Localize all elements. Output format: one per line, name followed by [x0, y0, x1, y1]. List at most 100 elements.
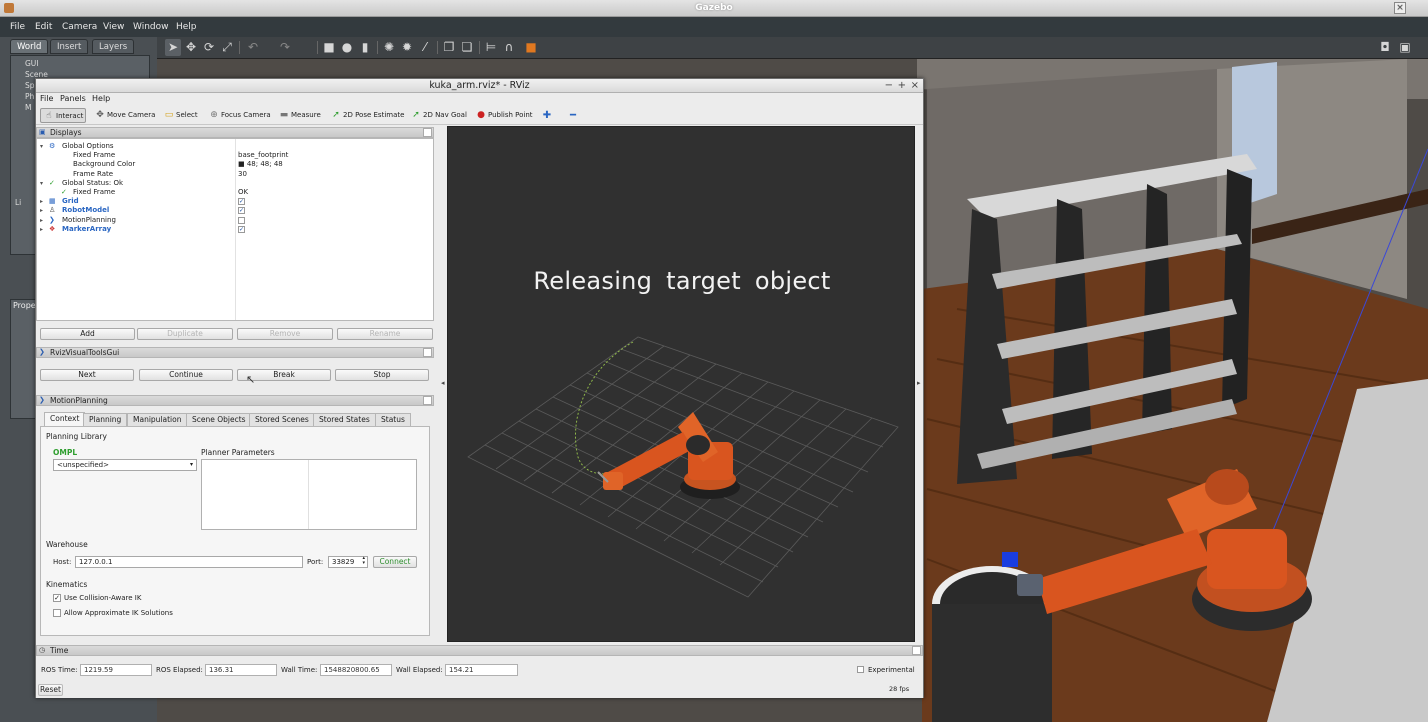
display-value[interactable]: 30: [238, 170, 247, 179]
paste-icon[interactable]: ❏: [459, 39, 475, 56]
ros-time-field[interactable]: 1219.59: [80, 664, 152, 676]
spinbox-arrows-icon[interactable]: ▴ ▾: [362, 556, 365, 566]
display-value[interactable]: base_footprint: [238, 151, 288, 160]
planner-select[interactable]: <unspecified> ▾: [53, 459, 197, 471]
display-row-frame-rate[interactable]: Frame Rate 30: [37, 170, 433, 179]
ros-elapsed-field[interactable]: 136.31: [205, 664, 277, 676]
continue-button[interactable]: Continue: [139, 369, 233, 381]
minus-icon[interactable]: ━: [566, 108, 580, 123]
rename-display-button[interactable]: Rename: [337, 328, 433, 340]
collapse-right-icon[interactable]: ▸: [917, 379, 921, 387]
directional-light-icon[interactable]: ⁄: [417, 39, 433, 56]
rviz-render-view[interactable]: Releasing target object: [447, 126, 915, 642]
tab-scene-objects[interactable]: Scene Objects: [186, 413, 252, 426]
display-value[interactable]: ■ 48; 48; 48: [238, 160, 283, 169]
host-input[interactable]: 127.0.0.1: [75, 556, 303, 568]
panel-float-button[interactable]: [423, 396, 432, 405]
tab-manipulation[interactable]: Manipulation: [127, 413, 188, 426]
display-row-fixed-frame[interactable]: ✓ Fixed Frame OK: [37, 188, 433, 197]
rviz-menu-help[interactable]: Help: [92, 93, 110, 105]
tree-item-models[interactable]: M: [25, 103, 31, 112]
redo-icon[interactable]: ↷: [277, 39, 293, 56]
rviz-menu-file[interactable]: File: [40, 93, 53, 105]
collision-aware-ik-checkbox[interactable]: ✓: [53, 594, 61, 602]
gazebo-close-button[interactable]: ×: [1394, 2, 1406, 14]
tree-item-physics[interactable]: Ph: [25, 92, 34, 101]
tool-2d-pose-estimate[interactable]: ➚ 2D Pose Estimate: [328, 108, 406, 123]
copy-icon[interactable]: ❐: [441, 39, 457, 56]
display-row-markerarray[interactable]: ▸ ❖ MarkerArray ✓: [37, 225, 433, 234]
gazebo-menu-file[interactable]: File: [10, 17, 25, 37]
gazebo-menu-window[interactable]: Window: [133, 17, 169, 37]
displays-tree[interactable]: ▾ ⚙ Global Options Fixed Frame base_footprin…: [36, 138, 434, 321]
tab-planning[interactable]: Planning: [83, 413, 128, 426]
tool-measure[interactable]: ▬ Measure: [276, 108, 323, 123]
tool-interact[interactable]: ☝ Interact: [40, 108, 87, 123]
tool-move-camera[interactable]: ✥ Move Camera: [92, 108, 157, 123]
wall-elapsed-field[interactable]: 154.21: [445, 664, 518, 676]
collapse-left-icon[interactable]: ◂: [441, 379, 445, 387]
tree-item-spherical[interactable]: Sp: [25, 81, 35, 90]
video-icon[interactable]: ▣: [1397, 39, 1413, 56]
display-row-grid[interactable]: ▸ ▦ Grid ✓: [37, 197, 433, 206]
panel-float-button[interactable]: [423, 128, 432, 137]
add-display-button[interactable]: Add: [40, 328, 135, 340]
chevron-down-icon[interactable]: ▾: [40, 179, 43, 188]
display-row-global-status-ok[interactable]: ▾ ✓ Global Status: Ok: [37, 179, 433, 188]
rviz-menu-panels[interactable]: Panels: [60, 93, 86, 105]
maximize-button[interactable]: +: [898, 79, 906, 93]
display-row-motionplanning[interactable]: ▸ ❯ MotionPlanning: [37, 216, 433, 225]
display-row-global-options[interactable]: ▾ ⚙ Global Options: [37, 142, 433, 151]
tool-focus-camera[interactable]: ⊕ Focus Camera: [206, 108, 273, 123]
planner-parameters-table[interactable]: [201, 459, 417, 530]
wall-time-field[interactable]: 1548820800.65: [320, 664, 392, 676]
tool-select[interactable]: ▭ Select: [161, 108, 200, 123]
scale-icon[interactable]: ⤢: [219, 39, 235, 56]
tool-2d-nav-goal[interactable]: ➚ 2D Nav Goal: [408, 108, 469, 123]
point-light-icon[interactable]: ✺: [381, 39, 397, 56]
panel-float-button[interactable]: [912, 646, 921, 655]
next-button[interactable]: Next: [40, 369, 134, 381]
rotate-icon[interactable]: ⟳: [201, 39, 217, 56]
display-enabled-checkbox[interactable]: [238, 216, 245, 224]
experimental-checkbox[interactable]: [857, 666, 864, 673]
tab-insert[interactable]: Insert: [50, 39, 89, 54]
gazebo-menu-camera[interactable]: Camera: [62, 17, 97, 37]
connect-button[interactable]: Connect: [373, 556, 417, 568]
approximate-ik-checkbox[interactable]: [53, 609, 61, 617]
panel-float-button[interactable]: [423, 348, 432, 357]
tree-item-lights[interactable]: Li: [15, 198, 21, 207]
display-enabled-checkbox[interactable]: ✓: [238, 207, 245, 215]
minimize-button[interactable]: −: [885, 79, 893, 93]
undo-icon[interactable]: ↶: [245, 39, 261, 56]
cylinder-icon[interactable]: ▮: [357, 39, 373, 56]
gazebo-menu-view[interactable]: View: [103, 17, 124, 37]
spot-light-icon[interactable]: ✹: [399, 39, 415, 56]
translate-icon[interactable]: ✥: [183, 39, 199, 56]
reset-button[interactable]: Reset: [38, 684, 63, 696]
snap-icon[interactable]: ∩: [501, 39, 517, 56]
box-icon[interactable]: ■: [321, 39, 337, 56]
select-arrow-icon[interactable]: ➤: [165, 39, 181, 56]
screenshot-icon[interactable]: ◘: [1377, 39, 1393, 56]
display-row-fixed-frame[interactable]: Fixed Frame base_footprint: [37, 151, 433, 160]
stop-button[interactable]: Stop: [335, 369, 429, 381]
chevron-right-icon[interactable]: ▸: [40, 216, 43, 225]
duplicate-display-button[interactable]: Duplicate: [137, 328, 233, 340]
display-row-robotmodel[interactable]: ▸ ♙ RobotModel ✓: [37, 206, 433, 215]
close-button[interactable]: ×: [911, 79, 919, 93]
display-enabled-checkbox[interactable]: ✓: [238, 198, 245, 206]
record-icon[interactable]: ■: [523, 39, 539, 56]
chevron-right-icon[interactable]: ▸: [40, 206, 43, 215]
tab-layers[interactable]: Layers: [92, 39, 135, 54]
display-value[interactable]: OK: [238, 188, 248, 197]
tab-stored-scenes[interactable]: Stored Scenes: [249, 413, 315, 426]
tab-world[interactable]: World: [10, 39, 49, 54]
chevron-down-icon[interactable]: ▾: [40, 142, 43, 151]
tool-publish-point[interactable]: ● Publish Point: [473, 108, 535, 123]
gazebo-menu-edit[interactable]: Edit: [35, 17, 52, 37]
remove-display-button[interactable]: Remove: [237, 328, 333, 340]
tree-item-gui[interactable]: GUI: [25, 59, 39, 68]
align-icon[interactable]: ⊨: [483, 39, 499, 56]
display-row-background-color[interactable]: Background Color ■ 48; 48; 48: [37, 160, 433, 169]
